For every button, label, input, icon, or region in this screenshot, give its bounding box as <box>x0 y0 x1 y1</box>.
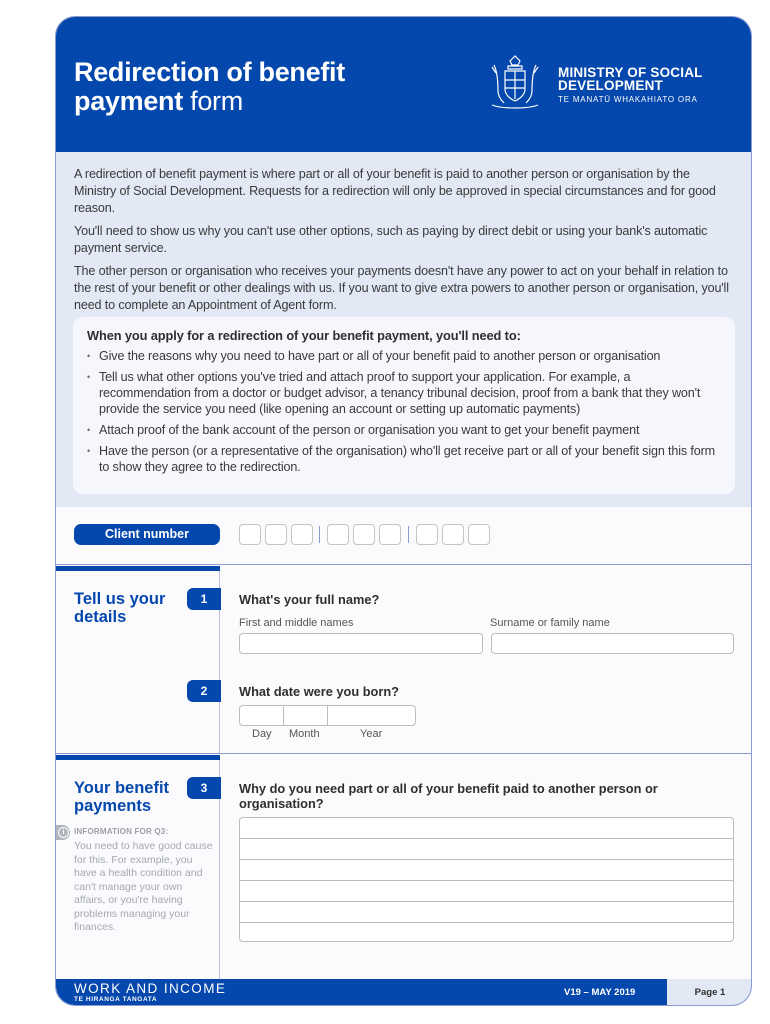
client-number-digit-4[interactable] <box>327 524 349 545</box>
ministry-logo-text: MINISTRY OF SOCIAL DEVELOPMENT TE MANATŪ… <box>558 66 703 104</box>
client-number-digit-9[interactable] <box>468 524 490 545</box>
question-1-text: What's your full name? <box>239 592 380 607</box>
section-your-details: Tell us your details 1 What's your full … <box>56 566 751 754</box>
info-icon: i <box>56 825 70 840</box>
client-number-digit-3[interactable] <box>291 524 313 545</box>
first-names-label: First and middle names <box>239 617 354 629</box>
title-line-2-bold: payment <box>74 86 183 116</box>
question-3-text: Why do you need part or all of your bene… <box>239 781 658 811</box>
section-title: Your benefit payments <box>74 779 170 815</box>
version-label: V19 – MAY 2019 <box>564 987 636 998</box>
surname-input[interactable] <box>491 633 734 654</box>
page-number: Page 1 <box>667 979 751 1005</box>
dob-year-input[interactable] <box>327 705 416 726</box>
section-title: Tell us your details <box>74 590 166 626</box>
digit-separator <box>319 526 320 543</box>
header-banner: Redirection of benefit payment form MINI… <box>56 17 751 152</box>
client-number-row: Client number <box>56 507 751 565</box>
month-label: Month <box>289 728 320 740</box>
digit-separator <box>408 526 409 543</box>
form-page: Redirection of benefit payment form MINI… <box>55 16 752 1006</box>
intro-section: A redirection of benefit payment is wher… <box>56 152 751 507</box>
requirements-box: When you apply for a redirection of your… <box>73 317 735 494</box>
requirements-heading: When you apply for a redirection of your… <box>87 328 521 343</box>
client-number-digit-7[interactable] <box>416 524 438 545</box>
form-title: Redirection of benefit payment form <box>74 58 345 116</box>
requirement-item: Attach proof of the bank account of the … <box>87 422 721 438</box>
info-heading: INFORMATION FOR Q3: <box>74 827 169 836</box>
ministry-maori-name: TE MANATŪ WHAKAHIATO ORA <box>558 95 698 104</box>
intro-paragraph: A redirection of benefit payment is wher… <box>74 167 716 215</box>
intro-paragraph: The other person or organisation who rec… <box>74 264 729 312</box>
dob-day-input[interactable] <box>239 705 282 726</box>
ministry-name-line2: DEVELOPMENT <box>558 78 663 93</box>
brand-subtitle: TE HIRANGA TANGATA <box>74 996 158 1003</box>
first-names-input[interactable] <box>239 633 483 654</box>
requirement-item: Tell us what other options you've tried … <box>87 369 721 417</box>
client-number-digit-2[interactable] <box>265 524 287 545</box>
title-line-2-light: form <box>182 86 243 116</box>
question-2-text: What date were you born? <box>239 684 399 699</box>
client-number-digit-6[interactable] <box>379 524 401 545</box>
client-number-digit-5[interactable] <box>353 524 375 545</box>
client-number-digit-8[interactable] <box>442 524 464 545</box>
year-label: Year <box>360 728 383 740</box>
nz-coat-of-arms-icon <box>491 55 539 109</box>
work-and-income-logo: WORK AND INCOME <box>74 981 227 996</box>
question-number-3: 3 <box>187 777 221 799</box>
question-number-2: 2 <box>187 680 221 702</box>
requirements-list: Give the reasons why you need to have pa… <box>87 348 721 475</box>
intro-paragraph: You'll need to show us why you can't use… <box>74 224 708 255</box>
reason-textarea[interactable] <box>239 817 734 942</box>
info-text: You need to have good cause for this. Fo… <box>74 840 213 933</box>
client-number-label: Client number <box>74 524 220 545</box>
question-number-1: 1 <box>187 588 221 610</box>
footer-bar: WORK AND INCOME TE HIRANGA TANGATA V19 –… <box>56 979 751 1005</box>
client-number-digit-1[interactable] <box>239 524 261 545</box>
surname-label: Surname or family name <box>490 617 610 629</box>
day-label: Day <box>252 728 272 740</box>
requirement-item: Give the reasons why you need to have pa… <box>87 348 721 364</box>
title-line-1: Redirection of benefit <box>74 57 345 87</box>
dob-month-input[interactable] <box>283 705 327 726</box>
requirement-item: Have the person (or a representative of … <box>87 443 721 475</box>
section-benefit-payments: Your benefit payments i INFORMATION FOR … <box>56 755 751 979</box>
